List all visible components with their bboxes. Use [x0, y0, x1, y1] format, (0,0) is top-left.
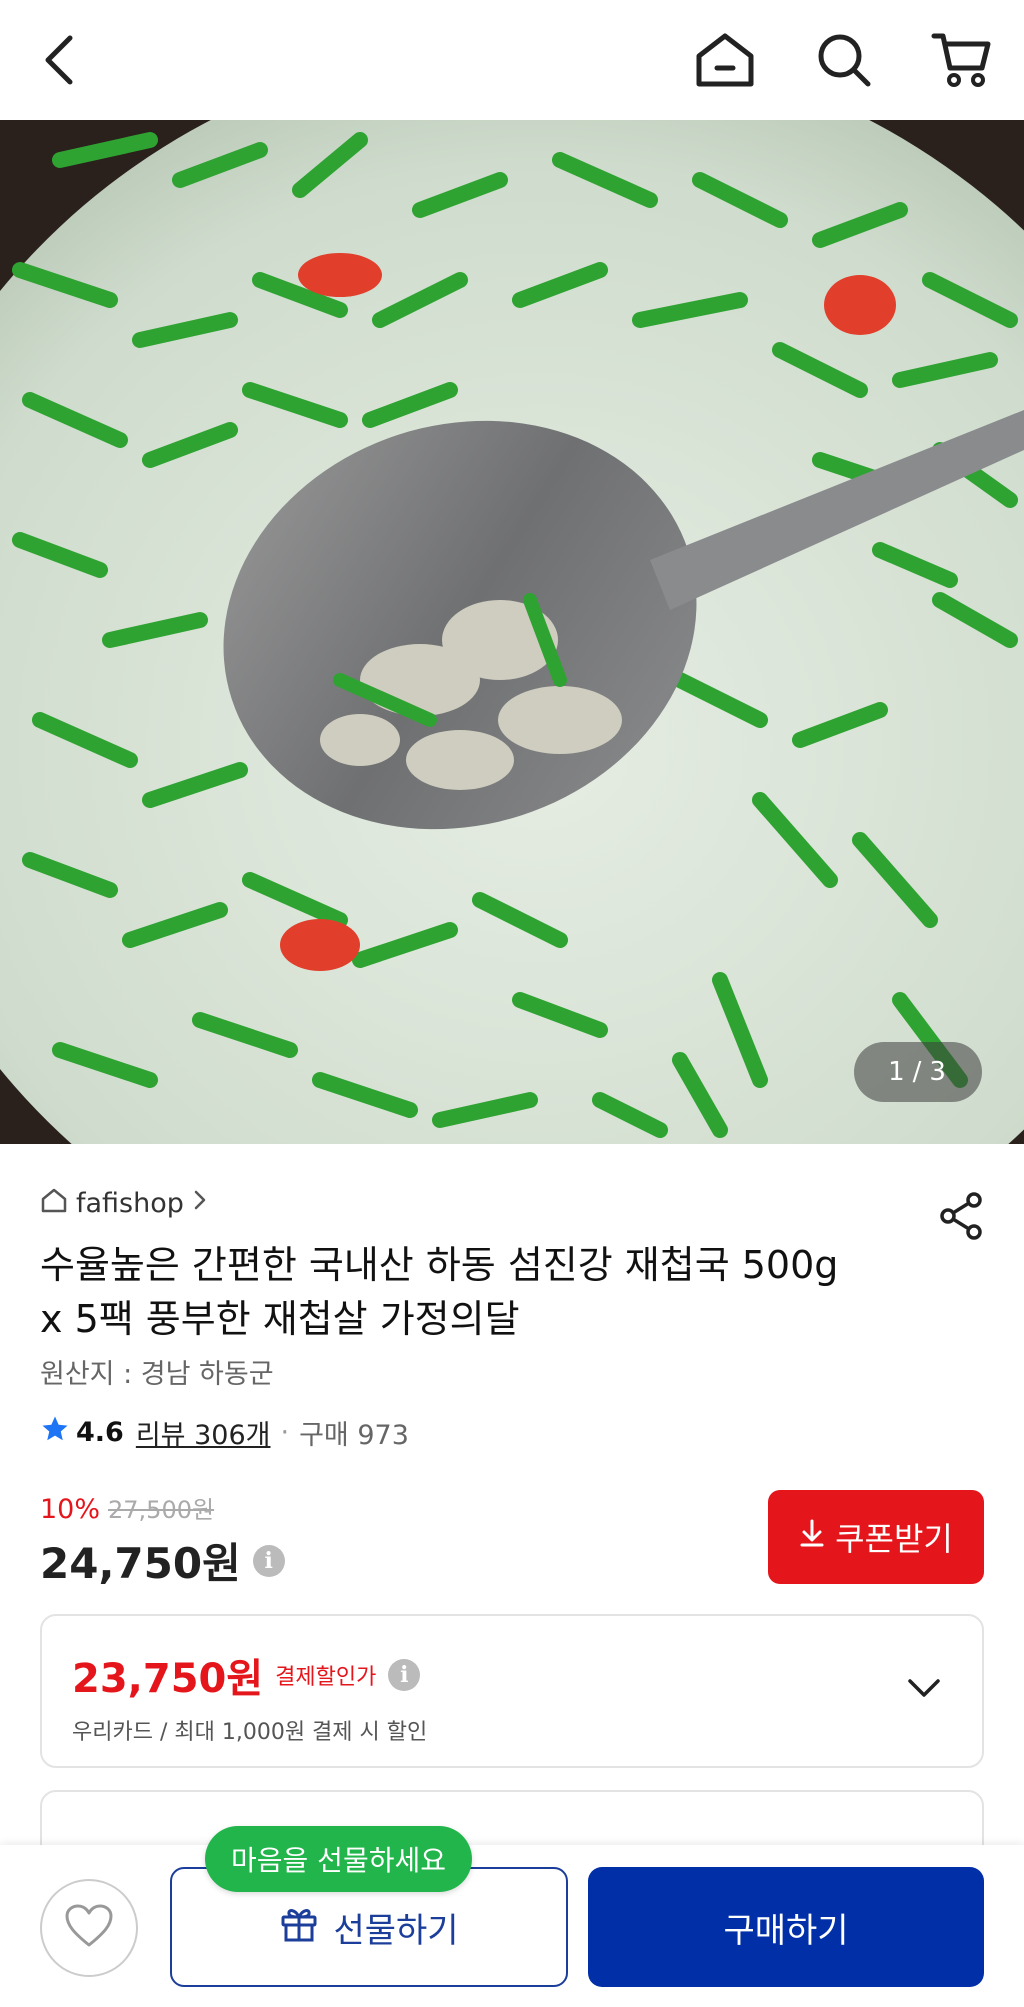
info-icon[interactable]: i	[388, 1659, 421, 1691]
cart-icon[interactable]	[925, 24, 997, 96]
payment-discount-price-row: 23,750원 결제할인가 i	[72, 1646, 421, 1704]
seller-link[interactable]: fafishop	[40, 1186, 208, 1221]
discount-rate: 10%	[40, 1494, 101, 1525]
product-photo	[0, 120, 1024, 1144]
chevron-right-icon	[192, 1188, 208, 1219]
purchase-count: 구매 973	[299, 1419, 409, 1451]
product-origin: 원산지 : 경남 하동군	[40, 1359, 274, 1390]
rating-summary: 4.6 리뷰 306개 · 구매 973	[40, 1412, 409, 1452]
top-navigation-bar	[0, 0, 1024, 120]
buy-button[interactable]: 구매하기	[588, 1867, 984, 1987]
product-title: 수율높은 간편한 국내산 하동 섬진강 재첩국 500g x 5팩 풍부한 재첩…	[40, 1238, 940, 1346]
product-title-line-2: x 5팩 풍부한 재첩살 가정의달	[40, 1297, 520, 1341]
coupon-download-button[interactable]: 쿠폰받기	[768, 1490, 984, 1584]
home-icon[interactable]	[689, 24, 761, 96]
search-icon[interactable]	[808, 24, 880, 96]
original-price: 27,500원	[108, 1496, 215, 1524]
store-icon	[40, 1186, 68, 1221]
star-icon	[40, 1414, 70, 1451]
wishlist-heart-button[interactable]	[40, 1879, 138, 1977]
image-counter-total: 3	[929, 1057, 948, 1087]
coupon-download-label: 쿠폰받기	[835, 1521, 953, 1557]
gift-tooltip: 마음을 선물하세요	[205, 1826, 472, 1892]
gift-button-label: 선물하기	[333, 1911, 459, 1950]
info-icon[interactable]: i	[252, 1544, 285, 1577]
share-icon[interactable]	[936, 1190, 988, 1242]
image-counter: 1 / 3	[854, 1042, 982, 1102]
price-row: 24,750원 i	[40, 1530, 285, 1591]
sale-price: 24,750원	[40, 1539, 241, 1588]
discount-row: 10% 27,500원	[40, 1490, 214, 1525]
gift-icon	[279, 1903, 319, 1952]
payment-discount-description: 우리카드 / 최대 1,000원 결제 시 할인	[72, 1720, 428, 1745]
chevron-down-icon[interactable]	[904, 1668, 944, 1708]
image-counter-separator: /	[912, 1057, 924, 1087]
heart-icon	[64, 1903, 114, 1953]
download-icon	[799, 1518, 825, 1556]
seller-name: fafishop	[76, 1188, 184, 1219]
payment-discount-label: 결제할인가	[275, 1665, 377, 1690]
separator-dot: ·	[280, 1416, 290, 1448]
payment-discount-amount: 23,750원	[72, 1656, 264, 1702]
review-count-link[interactable]: 리뷰 306개	[136, 1413, 271, 1452]
product-title-line-1: 수율높은 간편한 국내산 하동 섬진강 재첩국 500g	[40, 1243, 839, 1287]
image-counter-current: 1	[888, 1057, 907, 1087]
buy-button-label: 구매하기	[723, 1911, 849, 1950]
bottom-action-bar: 선물하기 구매하기	[0, 1845, 1024, 2007]
back-arrow-icon[interactable]	[24, 24, 96, 96]
payment-discount-card[interactable]: 23,750원 결제할인가 i 우리카드 / 최대 1,000원 결제 시 할인	[40, 1614, 984, 1768]
rating-score: 4.6	[76, 1416, 124, 1448]
product-image-gallery[interactable]: 1 / 3	[0, 120, 1024, 1144]
